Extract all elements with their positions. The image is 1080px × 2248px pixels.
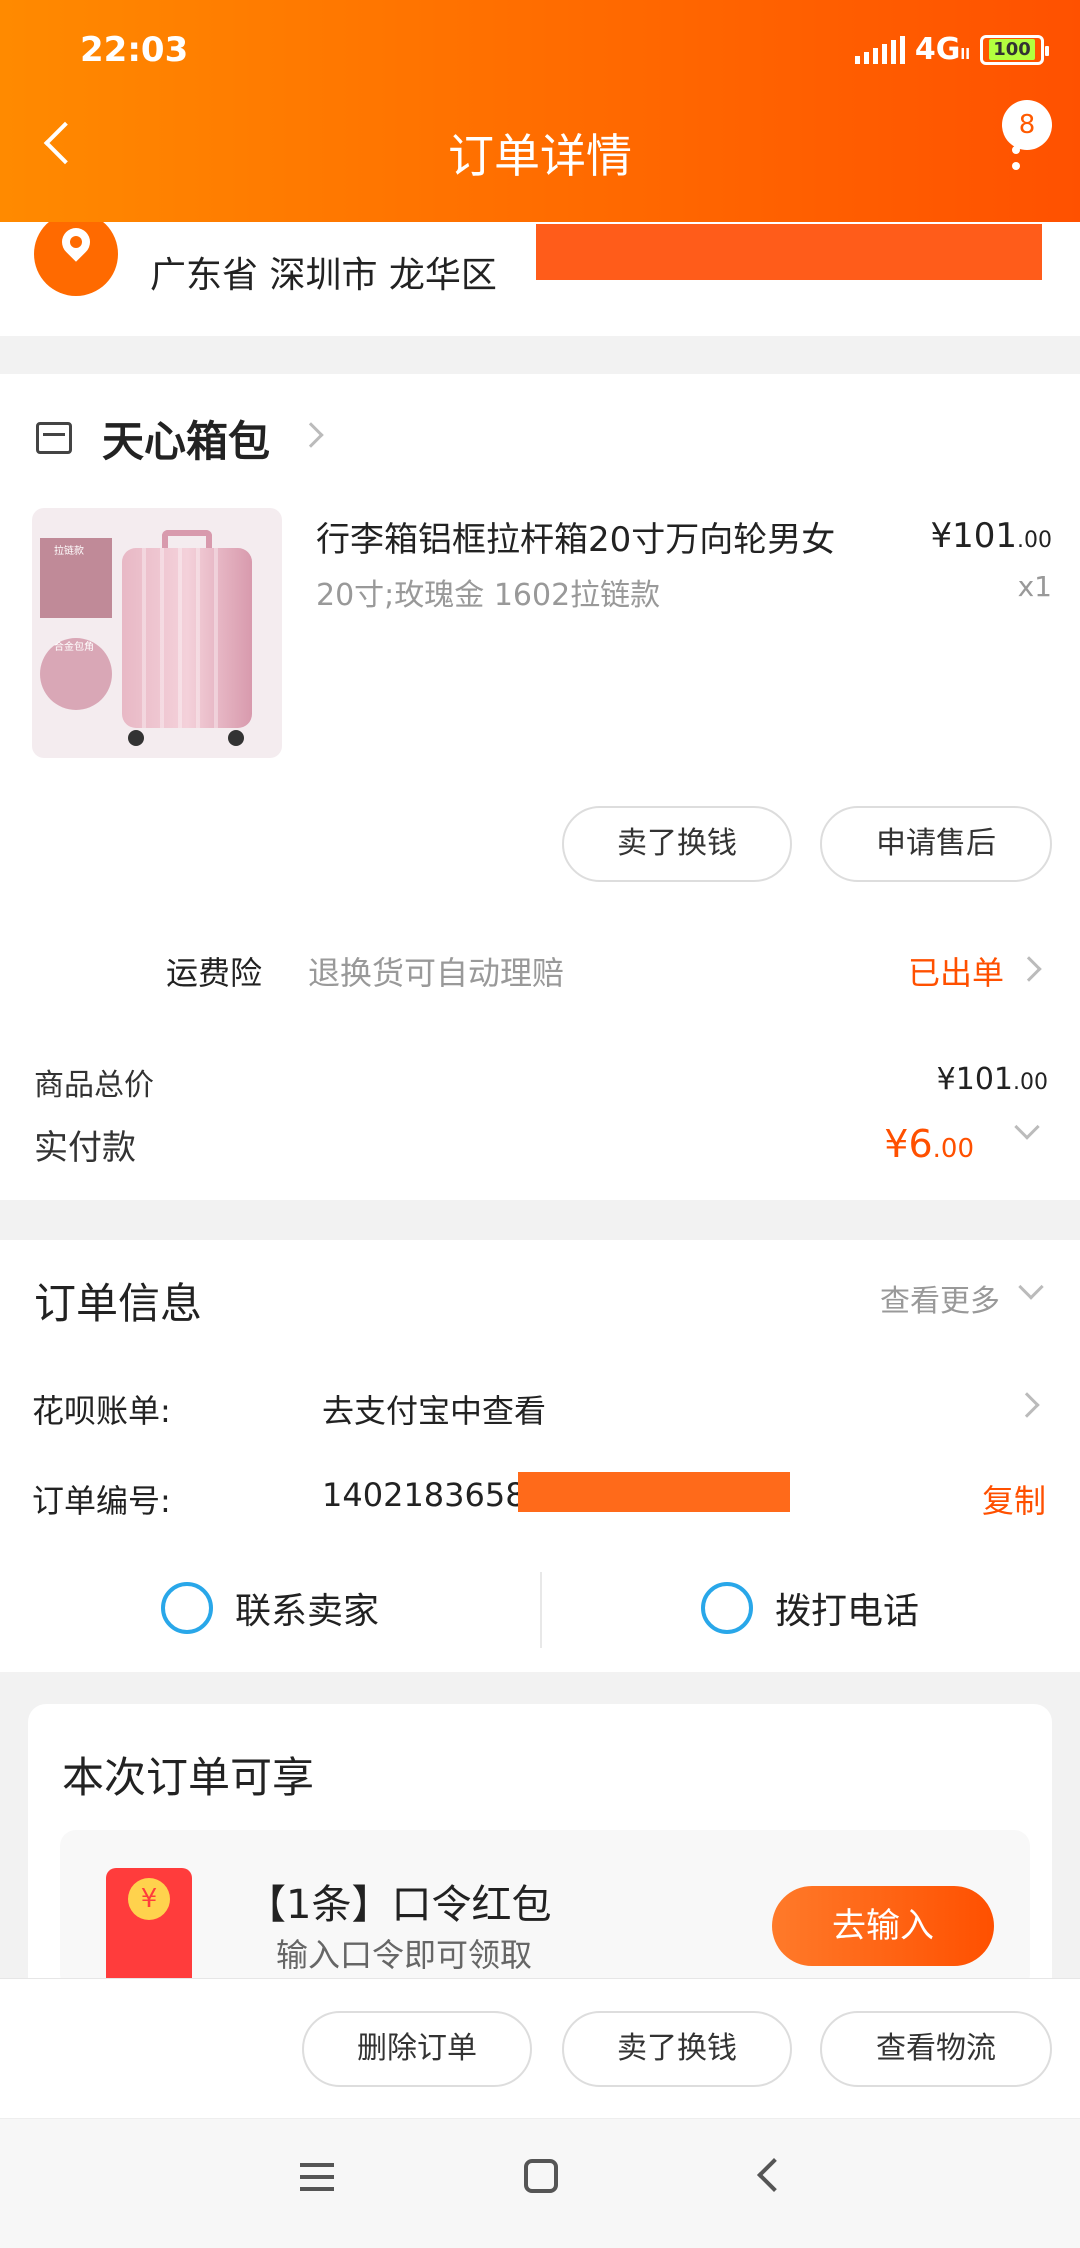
app-header: 22:03 4Gll 100 订单详情 8 — [0, 0, 1080, 222]
benefits-title: 本次订单可享 — [62, 1753, 315, 1802]
network-type: 4Gll — [914, 32, 970, 67]
delete-order-button[interactable]: 删除订单 — [302, 2011, 532, 2087]
home-icon[interactable] — [524, 2159, 558, 2193]
image-label-corner: 合金包角 — [54, 642, 94, 653]
wheel-icon — [128, 730, 144, 746]
chevron-down-icon[interactable] — [1014, 1114, 1040, 1140]
order-number-label: 订单编号: — [32, 1482, 171, 1520]
status-time: 22:03 — [80, 30, 189, 70]
order-number-redaction — [518, 1472, 790, 1512]
paid-amount-label: 实付款 — [34, 1128, 136, 1168]
order-info-title: 订单信息 — [34, 1279, 203, 1328]
page-title: 订单详情 — [448, 129, 632, 183]
system-nav-bar — [0, 2118, 1080, 2248]
huabei-label: 花呗账单: — [32, 1392, 171, 1430]
shipping-address[interactable]: 广东省 深圳市 龙华区 — [0, 212, 1080, 336]
shipping-insurance-desc: 退换货可自动理赔 — [308, 954, 565, 992]
chevron-right-icon[interactable] — [1014, 1392, 1040, 1418]
goods-total-value: ¥101.00 — [936, 1062, 1048, 1097]
address-text: 广东省 深圳市 龙华区 — [150, 255, 497, 296]
after-sale-button[interactable]: 申请售后 — [820, 806, 1052, 882]
image-label-zipper: 拉链款 — [54, 546, 84, 557]
paid-amount-value: ¥6.00 — [884, 1122, 974, 1166]
message-badge[interactable]: 8 — [1002, 100, 1052, 150]
call-button[interactable]: 拨打电话 — [540, 1568, 1080, 1648]
order-benefits-card: 本次订单可享 【1条】口令红包 输入口令即可领取 去输入 — [28, 1704, 1052, 2004]
goods-total-label: 商品总价 — [34, 1068, 154, 1103]
wheel-icon — [228, 730, 244, 746]
order-number-value: 1402183658 — [322, 1476, 526, 1514]
chat-bubble-icon — [160, 1582, 213, 1634]
recent-apps-icon[interactable] — [300, 2163, 334, 2191]
coupon-title: 【1条】口令红包 — [246, 1882, 552, 1928]
shop-name[interactable]: 天心箱包 — [102, 408, 270, 469]
copy-order-number-button[interactable]: 复制 — [982, 1476, 1046, 1522]
sell-for-cash-button[interactable]: 卖了换钱 — [562, 806, 792, 882]
contact-seller-label: 联系卖家 — [234, 1591, 379, 1632]
product-quantity: x1 — [1017, 570, 1052, 603]
enter-code-button[interactable]: 去输入 — [772, 1886, 994, 1966]
system-back-icon[interactable] — [757, 2158, 791, 2192]
view-logistics-button[interactable]: 查看物流 — [820, 2011, 1052, 2087]
chevron-right-icon[interactable] — [1016, 956, 1042, 982]
red-envelope-icon — [106, 1868, 192, 1990]
red-packet-coupon: 【1条】口令红包 输入口令即可领取 去输入 — [60, 1830, 1030, 1990]
product-image[interactable]: 拉链款 合金包角 — [32, 508, 282, 758]
chevron-right-icon[interactable] — [298, 422, 324, 448]
status-icons: 4Gll 100 — [854, 32, 1049, 67]
battery-icon: 100 — [980, 34, 1049, 65]
suitcase-picture — [122, 548, 252, 728]
bottom-action-bar: 删除订单 卖了换钱 查看物流 — [0, 1978, 1080, 2118]
battery-level: 100 — [989, 39, 1035, 60]
call-label: 拨打电话 — [774, 1591, 919, 1632]
shop-card: 天心箱包 拉链款 合金包角 行李箱铝框拉杆箱20寸万向轮男女 20寸;玫瑰金 1… — [0, 374, 1080, 1200]
signal-icon — [854, 35, 905, 64]
address-redaction — [536, 224, 1042, 280]
see-more-link[interactable]: 查看更多 — [880, 1276, 1000, 1320]
product-name[interactable]: 行李箱铝框拉杆箱20寸万向轮男女 — [316, 512, 835, 561]
phone-icon — [700, 1582, 753, 1634]
huabei-value[interactable]: 去支付宝中查看 — [322, 1386, 546, 1432]
chevron-down-icon[interactable] — [1018, 1274, 1044, 1300]
order-info-card: 订单信息 查看更多 花呗账单: 去支付宝中查看 订单编号: 1402183658… — [0, 1240, 1080, 1672]
store-icon — [36, 422, 72, 454]
product-price: ¥101.00 — [930, 516, 1052, 556]
location-pin-icon — [34, 212, 118, 296]
shipping-insurance-label: 运费险 — [166, 954, 263, 992]
contact-seller-button[interactable]: 联系卖家 — [0, 1568, 540, 1648]
coupon-subtitle: 输入口令即可领取 — [276, 1936, 533, 1974]
product-spec: 20寸;玫瑰金 1602拉链款 — [316, 578, 661, 613]
sell-for-cash-button[interactable]: 卖了换钱 — [562, 2011, 792, 2087]
insurance-status[interactable]: 已出单 — [908, 948, 1004, 994]
